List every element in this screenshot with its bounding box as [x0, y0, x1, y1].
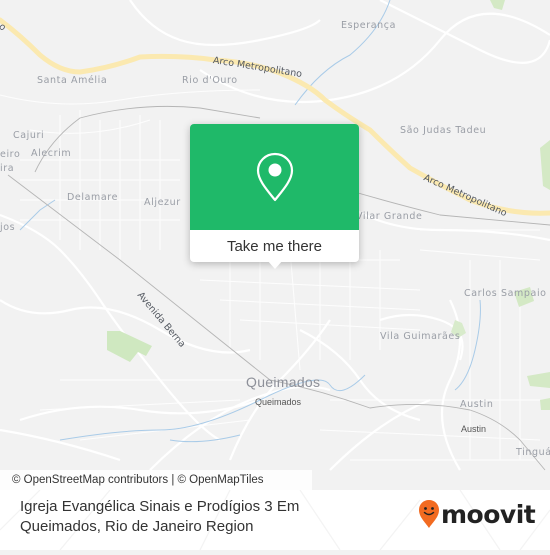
map-label-aljezur: Aljezur: [144, 197, 181, 208]
map-label-delamare: Delamare: [67, 192, 119, 203]
map-label-cajuri: Cajuri: [13, 130, 45, 141]
moovit-pin-icon: [419, 500, 439, 528]
destination-popup: Take me there: [190, 124, 359, 269]
map-label-queimados: Queimados: [246, 374, 321, 390]
map-attribution[interactable]: © OpenStreetMap contributors | © OpenMap…: [0, 470, 312, 490]
popup-header: [190, 124, 359, 230]
popup-pointer: [267, 260, 283, 269]
map-label-esperanca: Esperança: [341, 20, 397, 31]
map-label-tingua: Tinguá: [516, 447, 550, 458]
map-label-eiro-partial: eiro: [0, 149, 21, 160]
map-label-austin: Austin: [460, 399, 494, 410]
map-label-alecrim: Alecrim: [31, 148, 72, 159]
map-label-jos-partial: jos: [0, 222, 16, 233]
map-label-santa-amelia: Santa Amélia: [37, 75, 108, 86]
map-label-sao-judas-tadeu: São Judas Tadeu: [400, 125, 487, 136]
map-label-ira-partial: ira: [0, 163, 15, 174]
footer-bar: Igreja Evangélica Sinais e Prodígios 3 E…: [0, 490, 550, 550]
place-title: Igreja Evangélica Sinais e Prodígios 3 E…: [20, 498, 300, 535]
take-me-there-button[interactable]: Take me there: [190, 230, 359, 262]
map-label-rio-douro: Rio d'Ouro: [182, 75, 238, 86]
map-label-vila-guimaraes: Vila Guimarães: [380, 331, 461, 342]
map-canvas[interactable]: Esperança Santa Amélia Rio d'Ouro São Ju…: [0, 0, 550, 550]
station-label-queimados: Queimados: [255, 397, 302, 407]
location-pin-icon: [256, 152, 293, 202]
station-label-austin: Austin: [461, 424, 487, 434]
map-label-vilar-grande: Vilar Grande: [356, 211, 423, 222]
moovit-logo[interactable]: moovit: [418, 499, 536, 529]
map-label-carlos-sampaio: Carlos Sampaio: [464, 288, 547, 299]
moovit-wordmark: moovit: [441, 499, 536, 529]
